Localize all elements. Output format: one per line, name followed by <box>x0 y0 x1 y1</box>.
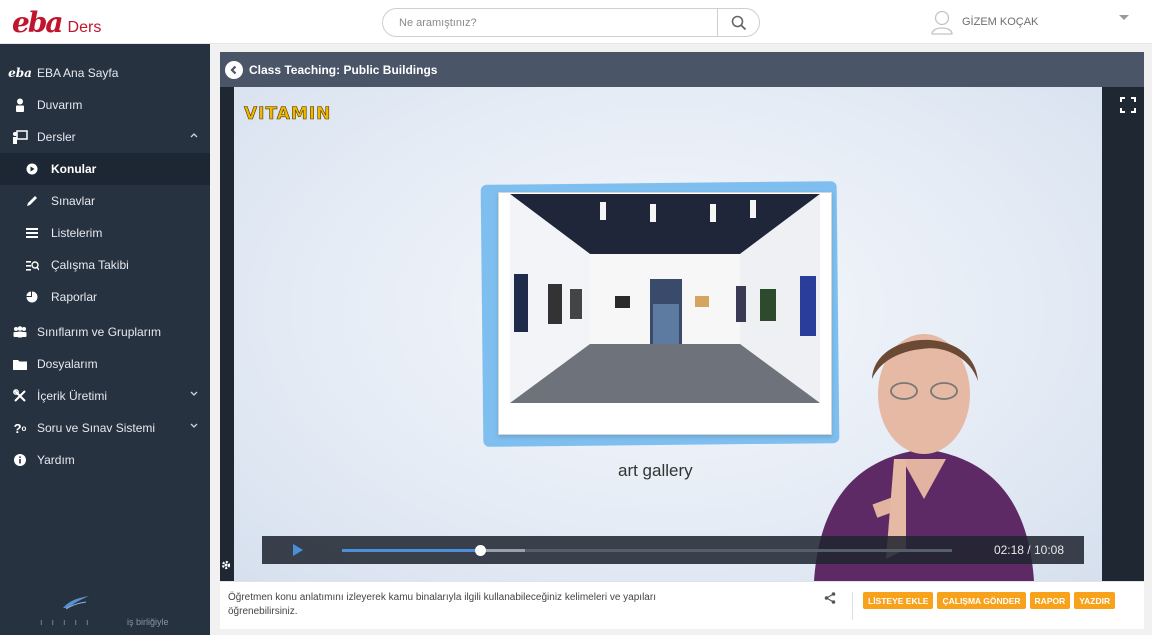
partner-text: iş birliğiyle <box>127 617 169 627</box>
lesson-description: Öğretmen konu anlatımını izleyerek kamu … <box>228 592 656 617</box>
search-box <box>382 8 760 37</box>
sidebar-item-dosyalarim[interactable]: Dosyalarım <box>0 348 210 380</box>
main-content: Class Teaching: Public Buildings VITAMIN <box>210 44 1152 635</box>
tracking-icon <box>22 260 42 271</box>
play-icon[interactable] <box>292 543 304 557</box>
video-progress-bar[interactable] <box>342 545 952 556</box>
print-button[interactable]: YAZDIR <box>1074 592 1116 609</box>
logo-mark: eba <box>12 6 64 39</box>
search-button[interactable] <box>719 10 759 35</box>
partner-marks: ııııı <box>40 617 98 627</box>
content-title-bar: Class Teaching: Public Buildings <box>220 52 1144 87</box>
user-menu[interactable]: GİZEM KOÇAK <box>930 6 1038 38</box>
folder-icon <box>10 359 30 370</box>
sidebar-item-sinavlar[interactable]: Sınavlar <box>0 185 210 217</box>
sidebar-item-label: İçerik Üretimi <box>37 389 108 403</box>
sidebar-item-soru-ve-sinav[interactable]: ? o Soru ve Sınav Sistemi <box>0 412 210 444</box>
partner-logo: ııııı iş birliğiyle <box>0 590 210 635</box>
pencil-icon <box>22 195 42 207</box>
video-frame: VITAMIN art gallery <box>234 87 1136 581</box>
partner-bird-icon <box>63 596 89 610</box>
gear-icon[interactable] <box>220 559 232 571</box>
sidebar-item-label: Listelerim <box>51 226 103 240</box>
chevron-down-icon[interactable] <box>1118 14 1130 22</box>
chevron-down-icon <box>190 391 198 396</box>
teacher-board-icon <box>10 130 30 144</box>
eba-logo[interactable]: eba Ders <box>12 6 102 39</box>
sidebar-item-duvarim[interactable]: Duvarım <box>0 89 210 121</box>
sidebar-item-label: Raporlar <box>51 290 98 304</box>
play-circle-icon <box>22 163 42 175</box>
list-icon <box>22 228 42 238</box>
sidebar-item-label: EBA Ana Sayfa <box>37 66 119 80</box>
sidebar-item-label: Yardım <box>37 453 75 467</box>
progress-scrubber[interactable] <box>475 545 487 556</box>
page-title: Class Teaching: Public Buildings <box>249 62 438 77</box>
user-name: GİZEM KOÇAK <box>962 16 1039 28</box>
logo-text: Ders <box>67 19 102 36</box>
info-bar: Öğretmen konu anlatımını izleyerek kamu … <box>220 581 1144 629</box>
search-icon <box>731 15 747 30</box>
user-avatar-icon <box>931 10 953 35</box>
chevron-down-icon <box>190 423 198 428</box>
top-bar: eba Ders GİZEM KOÇAK <box>0 0 1152 44</box>
action-buttons: LİSTEYE EKLE ÇALIŞMA GÖNDER RAPOR YAZDIR <box>852 592 1116 620</box>
person-icon <box>10 98 30 112</box>
video-player[interactable]: VITAMIN art gallery 02:18 / 10:08 <box>220 87 1144 581</box>
question-icon: ? o <box>13 420 27 436</box>
time-display: 02:18 / 10:08 <box>993 543 1064 557</box>
back-button[interactable] <box>225 60 243 79</box>
sidebar-item-dersler[interactable]: Dersler <box>0 121 210 153</box>
sidebar-item-konular[interactable]: Konular <box>0 153 210 185</box>
sidebar-item-yardim[interactable]: Yardım <box>0 444 210 476</box>
sidebar-item-label: Sınavlar <box>51 194 96 208</box>
sidebar-item-label: Konular <box>51 162 97 176</box>
eba-icon: eba <box>8 66 32 80</box>
sidebar-item-icerik-uretimi[interactable]: İçerik Üretimi <box>0 380 210 412</box>
sidebar-item-listelerim[interactable]: Listelerim <box>0 217 210 249</box>
sidebar-item-calisma-takibi[interactable]: Çalışma Takibi <box>0 249 210 281</box>
art-gallery-image <box>510 194 820 403</box>
sidebar-item-label: Dersler <box>37 130 76 144</box>
sidebar-item-eba-ana-sayfa[interactable]: eba EBA Ana Sayfa <box>0 57 210 89</box>
sidebar-item-label: Dosyalarım <box>37 357 98 371</box>
info-icon <box>10 454 30 466</box>
add-to-list-button[interactable]: LİSTEYE EKLE <box>863 592 934 609</box>
video-caption: art gallery <box>618 461 693 480</box>
search-input[interactable] <box>399 14 709 32</box>
share-icon[interactable] <box>824 592 836 604</box>
send-assignment-button[interactable]: ÇALIŞMA GÖNDER <box>937 592 1026 609</box>
sidebar-item-label: Sınıflarım ve Gruplarım <box>37 325 162 339</box>
progress-played <box>342 549 481 552</box>
report-button[interactable]: RAPOR <box>1029 592 1071 609</box>
tools-icon <box>10 389 30 403</box>
chevron-left-icon <box>230 65 237 74</box>
sidebar-item-label: Duvarım <box>37 98 83 112</box>
chevron-up-icon <box>190 133 198 138</box>
pie-chart-icon <box>22 291 42 303</box>
search-divider <box>717 9 718 36</box>
sidebar-item-siniflarim[interactable]: Sınıflarım ve Gruplarım <box>0 316 210 348</box>
sidebar-item-raporlar[interactable]: Raporlar <box>0 281 210 313</box>
sidebar-item-label: Çalışma Takibi <box>51 258 129 272</box>
group-icon <box>10 326 30 338</box>
vitamin-logo: VITAMIN <box>244 104 332 125</box>
sidebar: eba EBA Ana Sayfa Duvarım Dersler Konula… <box>0 44 210 635</box>
sidebar-item-label: Soru ve Sınav Sistemi <box>37 421 156 435</box>
video-controls: 02:18 / 10:08 <box>262 536 1084 564</box>
fullscreen-icon <box>1120 97 1136 113</box>
